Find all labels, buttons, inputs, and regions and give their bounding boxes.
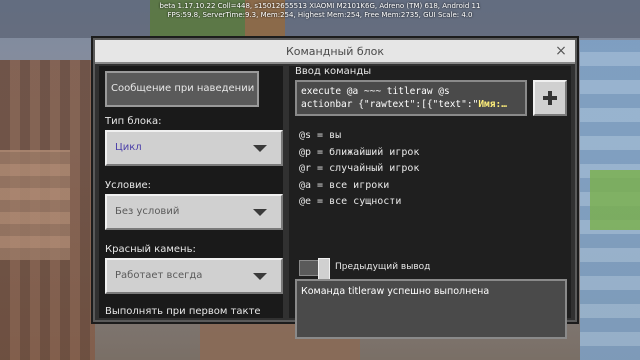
first-tick-label: Выполнять при первом такте: [105, 306, 261, 317]
redstone-value: Работает всегда: [115, 270, 203, 281]
command-input[interactable]: execute @a ~~~ titleraw @s actionbar {"r…: [295, 80, 527, 116]
command-line-2: actionbar {"rawtext":[{"text":"Имя:…: [301, 98, 521, 111]
command-input-title: Ввод команды: [295, 66, 372, 77]
condition-dropdown[interactable]: Без условий: [105, 194, 283, 230]
command-highlight: Имя:…: [478, 99, 507, 110]
previous-output-box: Команда titleraw успешно выполнена: [295, 279, 567, 339]
previous-output-label: Предыдущий вывод: [335, 262, 431, 272]
dialog-title: Командный блок: [285, 45, 385, 58]
selector-item: @s = вы: [299, 130, 342, 141]
redstone-label: Красный камень:: [105, 244, 196, 255]
selector-item: @a = все игроки: [299, 179, 390, 191]
planks-block: [0, 150, 70, 260]
plus-icon[interactable]: [533, 80, 567, 116]
command-block-dialog: Командный блок × Сообщение при наведении…: [91, 36, 579, 339]
chevron-down-icon: [253, 209, 267, 216]
condition-label: Условие:: [105, 180, 152, 191]
debug-line-1: beta 1.17.10.22 Coll=448, s15012655513 X…: [159, 2, 481, 10]
chevron-down-icon: [253, 145, 267, 152]
selector-item: @r = случайный игрок: [299, 163, 420, 174]
command-panel: Ввод команды execute @a ~~~ titleraw @s …: [289, 66, 571, 339]
settings-panel: Сообщение при наведении Тип блока: Цикл …: [99, 66, 283, 318]
redstone-dropdown[interactable]: Работает всегда: [105, 258, 283, 294]
block-type-value: Цикл: [115, 142, 142, 153]
selector-item: @p = ближайший игрок: [299, 146, 420, 158]
selector-item: @e = все сущности: [299, 196, 402, 207]
chevron-down-icon: [253, 273, 267, 280]
leaf-block: [590, 170, 640, 230]
previous-output-toggle[interactable]: [299, 258, 330, 280]
condition-value: Без условий: [115, 206, 180, 217]
hover-note-input[interactable]: Сообщение при наведении: [105, 71, 259, 107]
title-bar: Командный блок ×: [95, 40, 575, 64]
block-type-label: Тип блока:: [105, 116, 162, 127]
command-line-1: execute @a ~~~ titleraw @s: [301, 86, 450, 97]
block-type-dropdown[interactable]: Цикл: [105, 130, 283, 166]
toggle-knob[interactable]: [318, 258, 330, 280]
command-line-2-text: actionbar {"rawtext":[{"text":": [301, 99, 479, 110]
selector-help-list: @s = вы @p = ближайший игрок @r = случай…: [299, 128, 419, 211]
debug-line-2: FPS:59.8, ServerTime:9.3, Mem:254, Highe…: [167, 11, 473, 19]
close-icon[interactable]: ×: [553, 43, 569, 59]
